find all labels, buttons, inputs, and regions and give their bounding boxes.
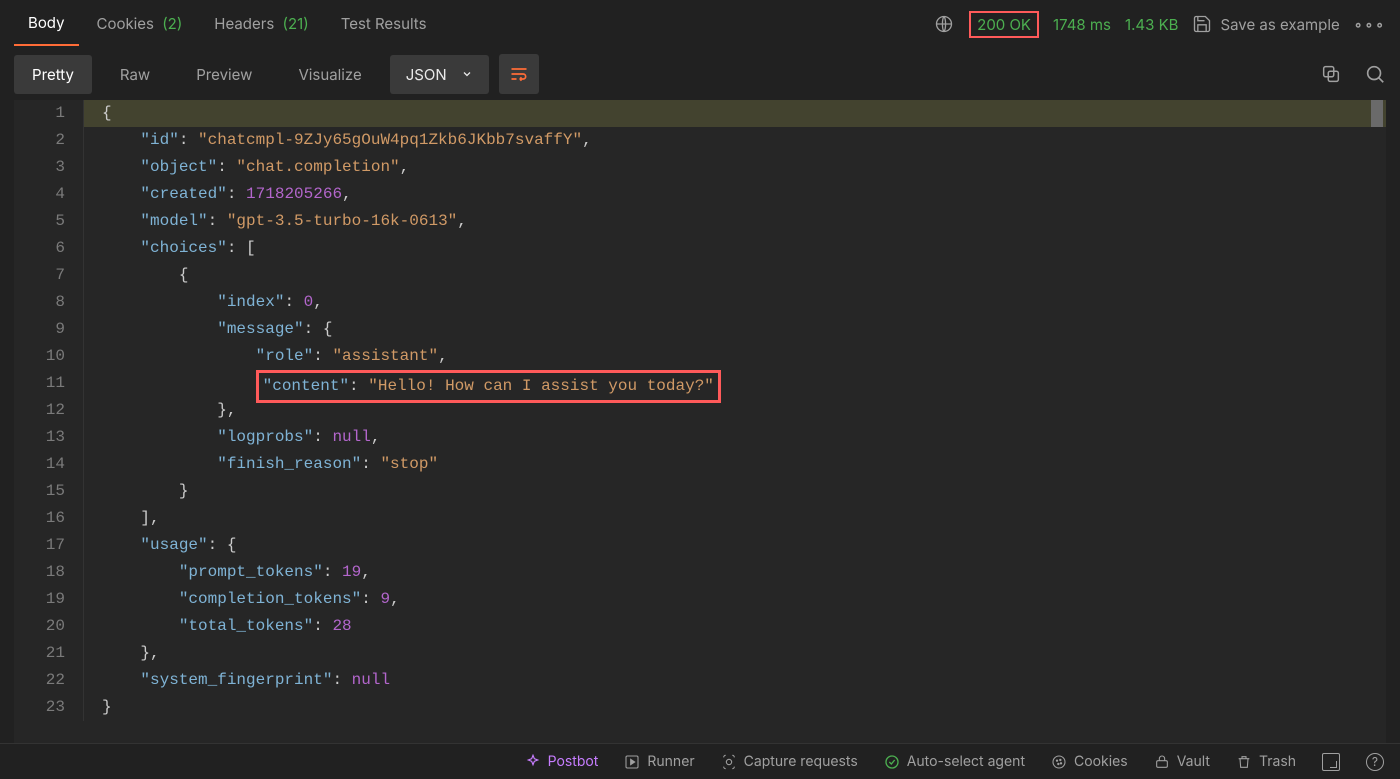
more-actions-button[interactable]: ∘∘∘: [1354, 16, 1386, 33]
line-number: 21: [14, 640, 84, 667]
line-number: 5: [14, 208, 84, 235]
line-number: 16: [14, 505, 84, 532]
runner-button[interactable]: Runner: [624, 753, 694, 770]
line-number: 13: [14, 424, 84, 451]
postbot-label: Postbot: [548, 753, 599, 770]
copy-button[interactable]: [1320, 63, 1342, 85]
view-visualize[interactable]: Visualize: [280, 55, 379, 94]
response-time: 1748 ms: [1053, 15, 1111, 34]
cookies-label: Cookies: [1074, 753, 1128, 770]
line-number: 11: [14, 370, 84, 397]
response-body[interactable]: 1{ 2 "id": "chatcmpl-9ZJy65gOuW4pq1Zkb6J…: [14, 100, 1386, 743]
tab-cookies[interactable]: Cookies (2): [83, 4, 197, 45]
line-number: 2: [14, 127, 84, 154]
help-button[interactable]: ?: [1366, 753, 1384, 771]
globe-icon[interactable]: [933, 13, 955, 35]
cookies-button[interactable]: Cookies: [1051, 753, 1128, 770]
tab-headers-label: Headers: [214, 14, 274, 33]
save-as-example-button[interactable]: Save as example: [1192, 14, 1339, 34]
auto-select-agent-button[interactable]: Auto-select agent: [884, 753, 1025, 770]
runner-label: Runner: [647, 753, 694, 770]
line-number: 1: [14, 100, 84, 127]
view-controls-bar: Pretty Raw Preview Visualize JSON: [0, 48, 1400, 100]
save-as-example-label: Save as example: [1220, 15, 1339, 34]
tab-headers-count: (21): [282, 14, 308, 33]
line-number: 20: [14, 613, 84, 640]
line-number: 3: [14, 154, 84, 181]
line-number: 14: [14, 451, 84, 478]
view-pretty[interactable]: Pretty: [14, 55, 92, 94]
chevron-down-icon: [461, 68, 473, 80]
line-number: 10: [14, 343, 84, 370]
status-bar: Postbot Runner Capture requests Auto-sel…: [0, 743, 1400, 779]
line-number: 6: [14, 235, 84, 262]
view-preview[interactable]: Preview: [178, 55, 270, 94]
tab-cookies-label: Cookies: [97, 14, 154, 33]
search-button[interactable]: [1364, 63, 1386, 85]
capture-label: Capture requests: [744, 753, 858, 770]
tab-test-results[interactable]: Test Results: [327, 4, 441, 45]
vault-button[interactable]: Vault: [1154, 753, 1210, 770]
response-meta: 200 OK 1748 ms 1.43 KB Save as example ∘…: [933, 11, 1386, 38]
line-number: 23: [14, 694, 84, 721]
line-number: 8: [14, 289, 84, 316]
line-number: 4: [14, 181, 84, 208]
panel-layout-button[interactable]: [1322, 753, 1340, 771]
response-tabs-bar: Body Cookies (2) Headers (21) Test Resul…: [0, 0, 1400, 48]
format-dropdown-label: JSON: [406, 65, 447, 84]
help-icon: ?: [1366, 753, 1384, 771]
view-raw[interactable]: Raw: [102, 55, 168, 94]
tab-body[interactable]: Body: [14, 3, 79, 46]
vault-label: Vault: [1177, 753, 1210, 770]
line-number: 22: [14, 667, 84, 694]
auto-agent-label: Auto-select agent: [907, 753, 1025, 770]
postbot-button[interactable]: Postbot: [525, 753, 599, 770]
tab-cookies-count: (2): [162, 14, 182, 33]
line-number: 19: [14, 586, 84, 613]
tab-headers[interactable]: Headers (21): [200, 4, 322, 45]
response-size: 1.43 KB: [1125, 15, 1179, 34]
status-badge: 200 OK: [969, 11, 1039, 38]
layout-icon: [1322, 753, 1340, 771]
capture-requests-button[interactable]: Capture requests: [721, 753, 858, 770]
line-number: 7: [14, 262, 84, 289]
format-dropdown[interactable]: JSON: [390, 55, 489, 94]
trash-label: Trash: [1259, 753, 1296, 770]
line-number: 9: [14, 316, 84, 343]
line-number: 17: [14, 532, 84, 559]
scroll-thumb[interactable]: [1371, 100, 1383, 127]
line-number: 12: [14, 397, 84, 424]
trash-button[interactable]: Trash: [1236, 753, 1296, 770]
wrap-lines-button[interactable]: [499, 54, 539, 94]
line-number: 18: [14, 559, 84, 586]
line-number: 15: [14, 478, 84, 505]
